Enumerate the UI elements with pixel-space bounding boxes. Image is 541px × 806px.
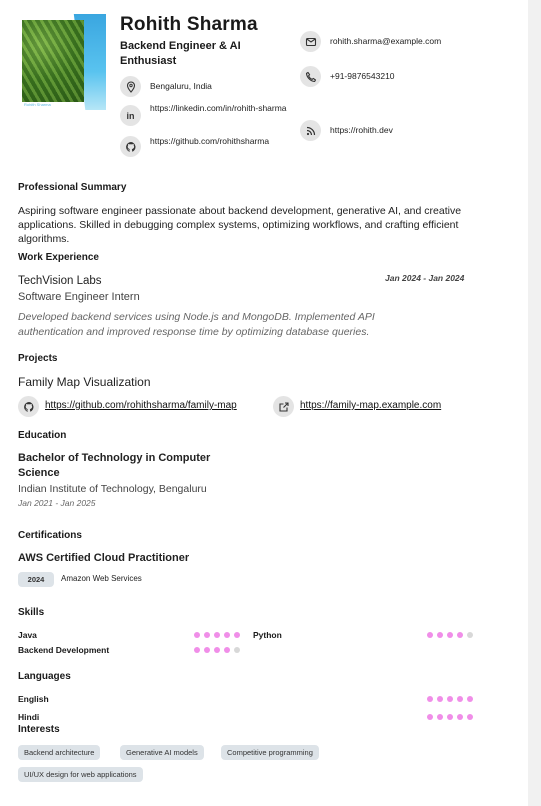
skill-name: Java xyxy=(18,630,37,640)
job-title: Software Engineer Intern xyxy=(18,291,140,303)
summary-heading: Professional Summary xyxy=(18,182,129,196)
rating-dot xyxy=(467,696,473,702)
external-link-icon[interactable] xyxy=(273,396,294,417)
certification-year-badge: 2024 xyxy=(18,572,54,587)
projects-heading: Projects xyxy=(18,353,60,367)
skill-name: Backend Development xyxy=(18,645,110,655)
mail-icon[interactable] xyxy=(300,31,321,52)
photo-caption: Rohith Sharma xyxy=(24,102,51,107)
rss-icon[interactable] xyxy=(300,120,321,141)
summary-text: Aspiring software engineer passionate ab… xyxy=(18,205,462,245)
degree-name: Bachelor of Technology in Computer Scien… xyxy=(18,452,211,479)
rating-dot xyxy=(234,632,240,638)
certifications-heading: Certifications xyxy=(18,530,84,544)
rating-dot xyxy=(427,714,433,720)
linkedin-icon[interactable]: in xyxy=(120,105,141,126)
company-name: TechVision Labs xyxy=(18,275,102,287)
language-rating xyxy=(427,696,473,702)
phone-icon[interactable] xyxy=(300,66,321,87)
rating-dot xyxy=(437,696,443,702)
skill-rating xyxy=(427,632,473,638)
rating-dot xyxy=(234,647,240,653)
email-link[interactable]: rohith.sharma@example.com xyxy=(330,36,441,47)
rating-dot xyxy=(194,632,200,638)
rating-dot xyxy=(224,647,230,653)
rating-dot xyxy=(214,647,220,653)
page-edge-bar xyxy=(528,0,541,806)
rating-dot xyxy=(437,714,443,720)
rating-dot xyxy=(457,714,463,720)
language-name: English xyxy=(18,694,49,704)
languages-heading: Languages xyxy=(18,671,73,685)
rating-dot xyxy=(437,632,443,638)
rating-dot xyxy=(467,632,473,638)
education-heading: Education xyxy=(18,430,69,444)
candidate-role: Backend Engineer & AI Enthusiast xyxy=(120,40,241,67)
interests-heading: Interests xyxy=(18,724,62,738)
experience-dates: Jan 2024 - Jan 2024 xyxy=(385,273,465,283)
linkedin-link[interactable]: https://linkedin.com/in/rohith-sharma xyxy=(150,103,295,114)
school-name: Indian Institute of Technology, Bengalur… xyxy=(18,483,207,495)
rating-dot xyxy=(427,696,433,702)
interest-chip: Generative AI models xyxy=(120,745,204,760)
rating-dot xyxy=(214,632,220,638)
candidate-name: Rohith Sharma xyxy=(120,14,258,35)
rating-dot xyxy=(467,714,473,720)
interest-chip: Backend architecture xyxy=(18,745,101,760)
project-name: Family Map Visualization xyxy=(18,375,151,389)
rating-dot xyxy=(204,647,210,653)
rating-dot xyxy=(447,714,453,720)
rating-dot xyxy=(447,696,453,702)
rating-dot xyxy=(194,647,200,653)
skill-rating xyxy=(194,632,240,638)
phone-text: +91-9876543210 xyxy=(330,71,395,81)
skills-heading: Skills xyxy=(18,607,47,621)
skill-rating xyxy=(194,647,240,653)
skill-name: Python xyxy=(253,630,282,640)
profile-image xyxy=(22,20,84,102)
location-icon xyxy=(120,76,141,97)
certification-name: AWS Certified Cloud Practitioner xyxy=(18,552,190,564)
rating-dot xyxy=(457,696,463,702)
job-description: Developed backend services using Node.js… xyxy=(18,311,375,338)
github-icon[interactable] xyxy=(18,396,39,417)
interest-chip: Competitive programming xyxy=(221,745,319,760)
rating-dot xyxy=(427,632,433,638)
location-text: Bengaluru, India xyxy=(150,81,212,91)
language-name: Hindi xyxy=(18,712,40,722)
education-dates: Jan 2021 - Jan 2025 xyxy=(18,498,96,508)
rating-dot xyxy=(447,632,453,638)
website-link[interactable]: https://rohith.dev xyxy=(330,125,393,136)
experience-heading: Work Experience xyxy=(18,252,101,266)
language-rating xyxy=(427,714,473,720)
interest-chip: UI/UX design for web applications xyxy=(18,767,143,782)
github-icon[interactable] xyxy=(120,136,141,157)
rating-dot xyxy=(204,632,210,638)
certification-issuer: Amazon Web Services xyxy=(61,574,142,583)
resume-page: Rohith Sharma Rohith Sharma Backend Engi… xyxy=(0,0,528,806)
github-link[interactable]: https://github.com/rohithsharma xyxy=(150,136,295,147)
project-demo-link[interactable]: https://family-map.example.com xyxy=(300,400,441,411)
rating-dot xyxy=(224,632,230,638)
profile-photo: Rohith Sharma xyxy=(18,14,106,110)
rating-dot xyxy=(457,632,463,638)
project-repo-link[interactable]: https://github.com/rohithsharma/family-m… xyxy=(45,400,237,411)
